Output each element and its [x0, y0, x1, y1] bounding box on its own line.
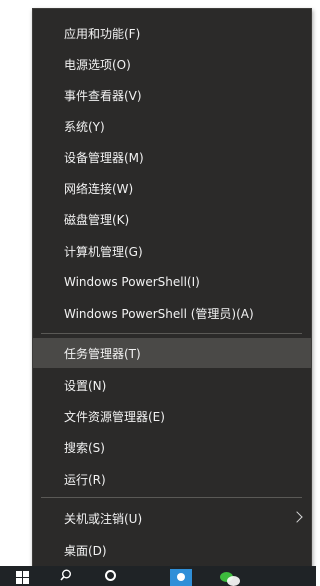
menu-item-shutdown-signout[interactable]: 关机或注销(U) — [33, 503, 311, 533]
menu-item-label: 搜索(S) — [64, 440, 105, 455]
menu-item-label: 网络连接(W) — [64, 181, 134, 196]
chevron-right-icon — [291, 511, 303, 523]
menu-item-computer-management[interactable]: 计算机管理(G) — [33, 236, 311, 266]
winx-context-menu: 应用和功能(F) 电源选项(O) 事件查看器(V) 系统(Y) 设备管理器(M)… — [32, 8, 312, 568]
menu-item-apps-features[interactable]: 应用和功能(F) — [33, 18, 311, 48]
menu-item-label: 磁盘管理(K) — [64, 212, 130, 227]
menu-item-desktop[interactable]: 桌面(D) — [33, 535, 311, 565]
menu-item-system[interactable]: 系统(Y) — [33, 111, 311, 141]
menu-item-label: 应用和功能(F) — [64, 26, 141, 41]
menu-item-disk-management[interactable]: 磁盘管理(K) — [33, 204, 311, 234]
menu-item-label: 桌面(D) — [64, 543, 107, 558]
menu-item-event-viewer[interactable]: 事件查看器(V) — [33, 80, 311, 110]
menu-item-task-manager[interactable]: 任务管理器(T) — [33, 338, 311, 368]
menu-item-windows-powershell[interactable]: Windows PowerShell(I) — [33, 267, 311, 297]
search-icon[interactable] — [60, 569, 72, 581]
menu-separator — [41, 333, 302, 334]
menu-item-power-options[interactable]: 电源选项(O) — [33, 49, 311, 79]
menu-item-label: 系统(Y) — [64, 119, 105, 134]
menu-item-label: 电源选项(O) — [64, 57, 131, 72]
task-view-icon[interactable] — [105, 570, 116, 581]
menu-item-windows-powershell-admin[interactable]: Windows PowerShell (管理员)(A) — [33, 298, 311, 328]
menu-item-label: Windows PowerShell(I) — [64, 275, 200, 289]
windows-start-icon[interactable] — [16, 571, 30, 585]
wechat-icon[interactable] — [218, 569, 240, 586]
menu-item-settings[interactable]: 设置(N) — [33, 370, 311, 400]
menu-item-device-manager[interactable]: 设备管理器(M) — [33, 142, 311, 172]
menu-item-label: Windows PowerShell (管理员)(A) — [64, 306, 254, 321]
desktop: 应用和功能(F) 电源选项(O) 事件查看器(V) 系统(Y) 设备管理器(M)… — [0, 0, 316, 586]
menu-item-network-connections[interactable]: 网络连接(W) — [33, 173, 311, 203]
menu-item-label: 关机或注销(U) — [64, 511, 143, 526]
menu-item-label: 计算机管理(G) — [64, 244, 143, 259]
menu-item-label: 文件资源管理器(E) — [64, 409, 165, 424]
menu-item-file-explorer[interactable]: 文件资源管理器(E) — [33, 401, 311, 431]
pinned-app-icon[interactable] — [170, 569, 192, 586]
taskbar — [0, 566, 316, 586]
menu-item-label: 运行(R) — [64, 472, 106, 487]
menu-item-label: 设备管理器(M) — [64, 150, 144, 165]
menu-item-label: 事件查看器(V) — [64, 88, 142, 103]
menu-item-run[interactable]: 运行(R) — [33, 464, 311, 494]
menu-item-label: 设置(N) — [64, 378, 107, 393]
menu-item-label: 任务管理器(T) — [64, 346, 141, 361]
menu-separator — [41, 497, 302, 498]
menu-item-search[interactable]: 搜索(S) — [33, 432, 311, 462]
